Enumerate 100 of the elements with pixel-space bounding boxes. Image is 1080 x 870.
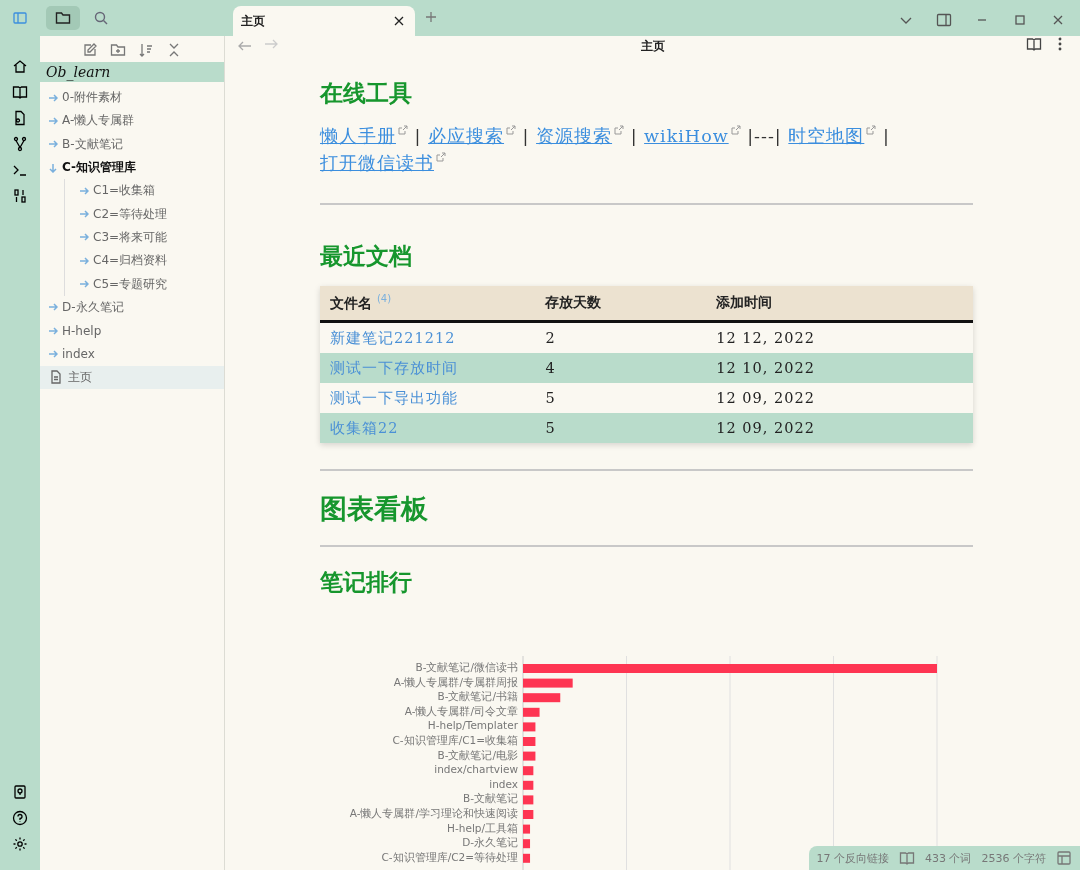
bar	[523, 839, 531, 849]
table-cell: 12 12, 2022	[706, 321, 973, 353]
right-arrow-icon	[48, 325, 58, 336]
down-arrow-icon	[48, 162, 58, 173]
table-cell: 4	[535, 353, 707, 383]
right-arrow-icon	[79, 255, 89, 266]
axis-label: B-文献笔记/电影	[437, 748, 518, 761]
right-arrow-icon	[79, 232, 89, 243]
graph-icon[interactable]	[12, 136, 28, 152]
settings-icon[interactable]	[12, 836, 28, 852]
axis-label: B-文献笔记	[463, 792, 518, 805]
right-arrow-icon	[48, 115, 58, 126]
axis-label: B-文献笔记/书籍	[437, 690, 518, 703]
bar	[523, 722, 536, 732]
folder-item[interactable]: C-知识管理库	[40, 155, 224, 180]
right-arrow-icon	[79, 209, 89, 220]
file-link[interactable]: 新建笔记221212	[320, 321, 536, 353]
section-heading: 笔记排行	[320, 568, 413, 597]
external-link-icon	[614, 125, 625, 136]
new-note-icon[interactable]	[82, 42, 98, 58]
external-link-icon	[398, 125, 408, 136]
external-link[interactable]: 时空地图	[788, 126, 877, 146]
backlink-count[interactable]: 17 个反向链接	[816, 850, 889, 866]
folder-item[interactable]: C1=收集箱	[65, 179, 224, 203]
right-arrow-icon	[48, 302, 58, 313]
folder-item[interactable]: C2=等待处理	[65, 202, 224, 226]
folder-item[interactable]: A-懒人专属群	[40, 109, 224, 133]
right-arrow-icon	[48, 92, 58, 103]
document-search-icon[interactable]	[12, 110, 28, 126]
external-link[interactable]: 打开微信读书	[320, 153, 446, 173]
table-cell: 2	[535, 321, 707, 353]
help-icon[interactable]	[12, 810, 28, 826]
bar	[523, 824, 531, 834]
axis-label: A-懒人专属群/司令文章	[404, 704, 518, 717]
bar	[523, 810, 534, 819]
panel-icon	[12, 10, 28, 26]
bar	[523, 737, 536, 746]
book-icon[interactable]	[12, 84, 28, 100]
table-cell: 12 10, 2022	[706, 353, 973, 383]
axis-label: A-懒人专属群/专属群周报	[393, 675, 518, 688]
right-arrow-icon	[48, 348, 58, 359]
table-cell: 5	[535, 413, 707, 443]
external-link-icon	[506, 125, 517, 136]
vault-icon[interactable]	[12, 784, 28, 800]
word-count: 433 个词	[925, 850, 972, 866]
column-header: 添加时间	[706, 286, 973, 322]
bar	[523, 678, 573, 688]
section-heading: 在线工具	[320, 79, 413, 108]
table-cell: 5	[535, 383, 707, 413]
split-view-icon[interactable]	[936, 12, 952, 28]
folder-item[interactable]: C5=专题研究	[65, 272, 224, 296]
bar	[523, 853, 531, 863]
external-link[interactable]: 懒人手册	[320, 126, 408, 146]
folder-item[interactable]: C4=归档资料	[65, 249, 224, 273]
external-link-icon	[866, 125, 877, 136]
section-heading: 最近文档	[320, 242, 413, 271]
external-link[interactable]: 资源搜索	[536, 126, 625, 146]
bar	[523, 780, 534, 790]
right-arrow-icon	[79, 185, 89, 196]
bar	[523, 795, 534, 805]
external-link[interactable]: wikiHow	[644, 126, 741, 146]
axis-label: H-help/Templater	[427, 719, 518, 732]
folder-item[interactable]: B-文献笔记	[40, 132, 224, 156]
home-icon[interactable]	[12, 58, 28, 74]
folder-item[interactable]: index	[40, 342, 224, 366]
section-heading: 图表看板	[320, 492, 429, 526]
folder-item[interactable]: 0-附件素材	[40, 86, 224, 110]
right-arrow-icon	[48, 139, 58, 150]
folder-item[interactable]: H-help	[40, 318, 224, 343]
axis-label: C-知识管理库/C2=等待处理	[381, 850, 518, 863]
axis-label: index	[489, 777, 518, 790]
axis-label: C-知识管理库/C1=收集箱	[392, 734, 518, 746]
file-link[interactable]: 测试一下导出功能	[320, 383, 536, 413]
external-link[interactable]: 必应搜索	[428, 126, 517, 146]
external-link-icon	[730, 125, 741, 136]
column-header: 存放天数	[535, 286, 707, 322]
new-folder-icon[interactable]	[110, 42, 126, 58]
layout-icon[interactable]	[1056, 850, 1072, 866]
maximize-icon[interactable]	[1012, 12, 1028, 28]
folder-item[interactable]: C3=将来可能	[65, 225, 224, 250]
binary-icon[interactable]	[12, 188, 28, 204]
external-link-icon	[436, 152, 446, 163]
column-header: 文件名 $^{(4)}$	[320, 286, 536, 322]
document-icon	[48, 369, 64, 386]
tab[interactable]: 主页	[233, 6, 415, 36]
axis-label: B-文献笔记/微信读书	[415, 661, 518, 673]
bar	[523, 707, 540, 717]
folder-item[interactable]: D-永久笔记	[40, 295, 224, 319]
table-cell: 12 09, 2022	[706, 413, 973, 443]
axis-label: A-懒人专属群/学习理论和快速阅读	[349, 807, 518, 819]
axis-label: H-help/工具箱	[447, 821, 518, 834]
bar	[523, 693, 561, 703]
bar	[523, 766, 534, 776]
folder-icon[interactable]	[46, 6, 80, 30]
file-item[interactable]: 主页	[40, 365, 224, 389]
axis-label: D-永久笔记	[462, 836, 518, 849]
book-icon[interactable]	[1026, 36, 1042, 52]
sort-icon[interactable]	[138, 42, 154, 58]
vault-name[interactable]: Ob_learn	[40, 62, 224, 82]
right-arrow-icon	[79, 279, 89, 289]
